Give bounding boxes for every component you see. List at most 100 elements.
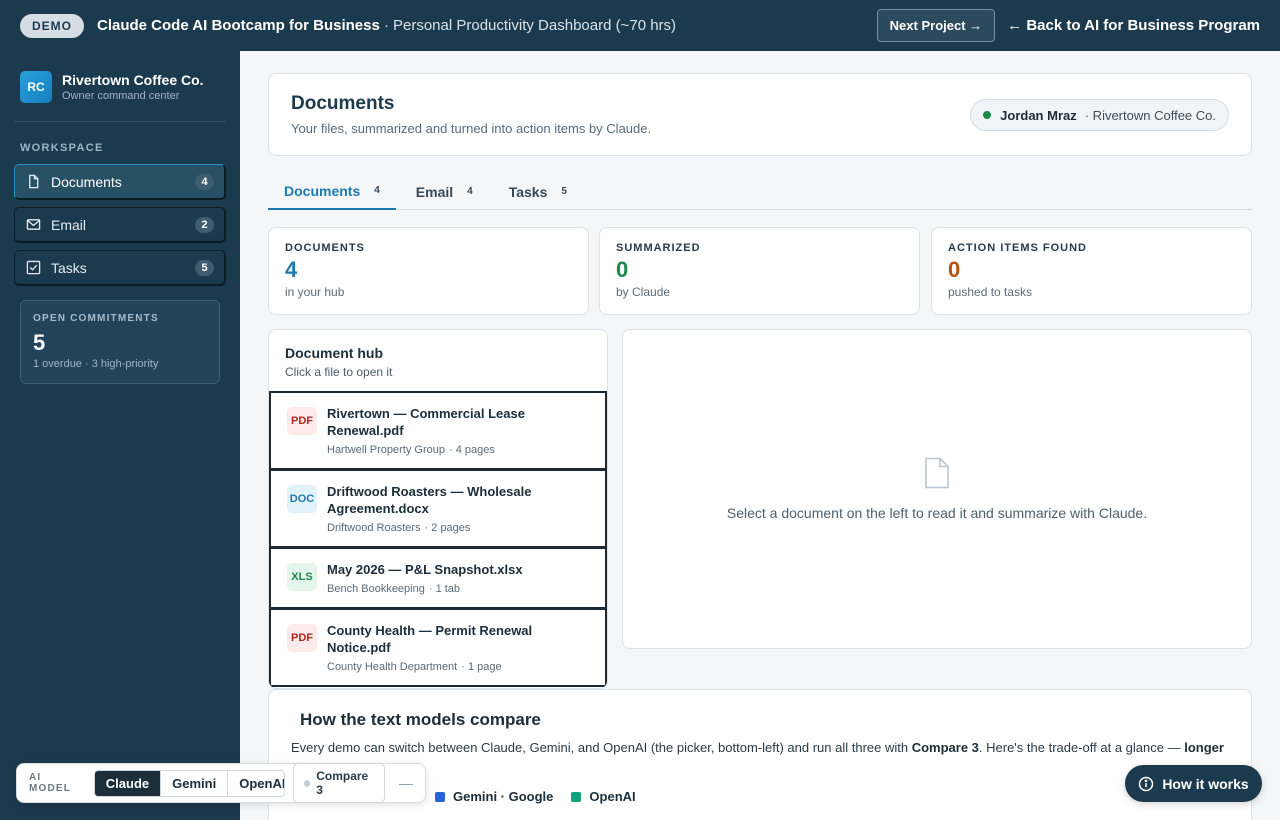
model-option-openai[interactable]: OpenAI bbox=[228, 770, 284, 796]
document-meta: Hartwell Property Group · 4 pages bbox=[327, 444, 591, 456]
brand-logo: RC bbox=[20, 71, 52, 103]
stat-value: 4 bbox=[285, 257, 298, 282]
compare-3-label: Compare 3 bbox=[316, 769, 369, 797]
file-type-badge: XLS bbox=[287, 563, 317, 591]
document-row[interactable]: PDF County Health — Permit Renewal Notic… bbox=[269, 609, 607, 687]
count-badge: 5 bbox=[195, 259, 214, 276]
model-legend: Gemini · Google OpenAI bbox=[435, 789, 636, 804]
tab-bar: Documents 4 Email 4 Tasks 5 bbox=[268, 173, 1252, 210]
document-icon bbox=[26, 174, 41, 189]
tab-label: Tasks bbox=[508, 183, 548, 200]
file-type-badge: PDF bbox=[287, 624, 317, 652]
document-name: Driftwood Roasters — Wholesale Agreement… bbox=[327, 484, 532, 516]
tab-label: Email bbox=[415, 183, 454, 200]
compare-3-mention: Compare 3 bbox=[911, 740, 979, 755]
count-badge: 4 bbox=[195, 173, 214, 190]
tab-documents[interactable]: Documents 4 bbox=[268, 173, 396, 210]
tab-email[interactable]: Email 4 bbox=[400, 173, 489, 210]
ai-model-picker: AI MODEL Claude Gemini OpenAI Compare 3 … bbox=[16, 763, 426, 803]
how-it-works-button[interactable]: How it works bbox=[1125, 765, 1262, 802]
tab-tasks[interactable]: Tasks 5 bbox=[493, 173, 583, 210]
document-meta: Driftwood Roasters · 2 pages bbox=[327, 522, 591, 534]
workspace-label: WORKSPACE bbox=[20, 142, 104, 154]
hub-subtitle: Click a file to open it bbox=[285, 365, 393, 379]
document-source: Hartwell Property Group bbox=[327, 444, 445, 456]
stat-documents: DOCUMENTS 4 in your hub bbox=[268, 227, 589, 315]
next-project-button[interactable]: Next Project → bbox=[876, 9, 996, 42]
back-to-program-link[interactable]: ← Back to AI for Business Program bbox=[1007, 17, 1260, 34]
user-name: Jordan Mraz bbox=[1000, 107, 1077, 123]
demo-badge: DEMO bbox=[20, 13, 84, 38]
stat-value: 0 bbox=[616, 257, 629, 282]
sidebar-item-email[interactable]: Email 2 bbox=[14, 207, 226, 243]
stat-sub: pushed to tasks bbox=[948, 285, 1033, 299]
file-type-badge: PDF bbox=[287, 407, 317, 435]
stat-label: DOCUMENTS bbox=[285, 242, 365, 254]
legend-swatch bbox=[435, 792, 445, 802]
document-pages: · 2 pages bbox=[424, 522, 471, 534]
hub-title: Document hub bbox=[285, 345, 383, 361]
open-commitments-card: OPEN COMMITMENTS 5 1 overdue · 3 high-pr… bbox=[20, 300, 220, 384]
legend-item-openai: OpenAI bbox=[571, 789, 636, 804]
legend-label: Gemini · Google bbox=[453, 789, 554, 804]
compare-text-emphasis: longer bbox=[1184, 740, 1224, 755]
stat-sub: by Claude bbox=[616, 285, 671, 299]
brand-subtitle: Owner command center bbox=[62, 90, 180, 102]
sidebar-item-label: Email bbox=[51, 216, 87, 233]
legend-label: OpenAI bbox=[589, 789, 636, 804]
sidebar-item-documents[interactable]: Documents 4 bbox=[14, 164, 226, 200]
stat-label: SUMMARIZED bbox=[616, 242, 701, 254]
page-header: Documents Your files, summarized and tur… bbox=[268, 73, 1252, 156]
stat-label: ACTION ITEMS FOUND bbox=[948, 242, 1087, 254]
info-icon bbox=[1139, 776, 1154, 791]
compare-text: Every demo can switch between Claude, Ge… bbox=[291, 738, 1229, 757]
user-org: · Rivertown Coffee Co. bbox=[1084, 107, 1216, 123]
compare-text-part: Every demo can switch between Claude, Ge… bbox=[291, 740, 912, 755]
document-meta: Bench Bookkeeping · 1 tab bbox=[327, 583, 523, 595]
document-name: Rivertown — Commercial Lease Renewal.pdf bbox=[327, 406, 525, 438]
minimize-picker-button[interactable]: — bbox=[399, 775, 413, 791]
document-row[interactable]: DOC Driftwood Roasters — Wholesale Agree… bbox=[269, 470, 607, 548]
tab-count: 4 bbox=[374, 185, 380, 196]
stat-value: 0 bbox=[948, 257, 961, 282]
document-pages: · 1 tab bbox=[428, 583, 461, 595]
status-dot bbox=[303, 779, 311, 787]
how-it-works-label: How it works bbox=[1162, 775, 1249, 792]
document-row[interactable]: XLS May 2026 — P&L Snapshot.xlsx Bench B… bbox=[269, 548, 607, 609]
compare-text-part: . Here's the trade-off at a glance — bbox=[978, 740, 1185, 755]
sidebar: RC Rivertown Coffee Co. Owner command ce… bbox=[0, 51, 240, 820]
sidebar-item-label: Tasks bbox=[51, 259, 87, 276]
commitments-count: 5 bbox=[33, 330, 46, 355]
tab-label: Documents bbox=[284, 182, 361, 199]
main-content: Documents Your files, summarized and tur… bbox=[240, 51, 1280, 820]
viewer-empty-text: Select a document on the left to read it… bbox=[726, 505, 1148, 521]
legend-item-gemini: Gemini · Google bbox=[435, 789, 553, 804]
model-option-claude[interactable]: Claude bbox=[94, 770, 162, 796]
file-type-badge: DOC bbox=[287, 485, 317, 513]
tab-count: 4 bbox=[467, 186, 473, 197]
mail-icon bbox=[26, 217, 41, 232]
model-option-gemini[interactable]: Gemini bbox=[161, 770, 229, 796]
document-pages: · 4 pages bbox=[449, 444, 495, 456]
brand: RC Rivertown Coffee Co. Owner command ce… bbox=[14, 71, 226, 122]
stat-sub: in your hub bbox=[285, 285, 345, 299]
checkbox-icon bbox=[26, 260, 41, 275]
tab-count: 5 bbox=[561, 186, 567, 197]
online-status-dot bbox=[983, 111, 992, 119]
compare-3-button[interactable]: Compare 3 bbox=[292, 763, 385, 803]
project-subtitle: · Personal Productivity Dashboard (~70 h… bbox=[383, 17, 677, 34]
legend-swatch bbox=[571, 792, 582, 802]
document-row[interactable]: PDF Rivertown — Commercial Lease Renewal… bbox=[269, 391, 607, 470]
commitments-detail: 1 overdue · 3 high-priority bbox=[33, 358, 159, 370]
count-badge: 2 bbox=[195, 216, 214, 233]
top-bar: DEMO Claude Code AI Bootcamp for Busines… bbox=[0, 0, 1280, 51]
document-pages: · 1 page bbox=[461, 661, 502, 673]
stat-action-items: ACTION ITEMS FOUND 0 pushed to tasks bbox=[931, 227, 1252, 315]
document-name: May 2026 — P&L Snapshot.xlsx bbox=[327, 562, 523, 577]
model-segmented-control: Claude Gemini OpenAI bbox=[93, 769, 285, 797]
document-hub: Document hub Click a file to open it PDF… bbox=[268, 329, 608, 689]
picker-label: AI MODEL bbox=[29, 772, 72, 794]
sidebar-item-tasks[interactable]: Tasks 5 bbox=[14, 250, 226, 286]
commitments-label: OPEN COMMITMENTS bbox=[33, 313, 159, 324]
document-source: County Health Department bbox=[327, 661, 458, 673]
